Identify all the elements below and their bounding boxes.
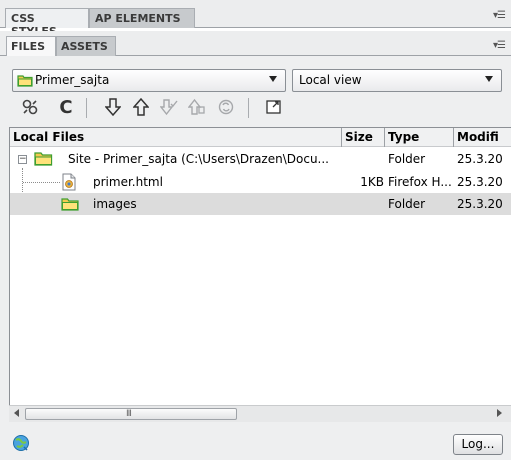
file-list-header: Local Files Size Type Modifi bbox=[10, 128, 511, 147]
scroll-grip: III bbox=[126, 409, 132, 419]
file-name: Site - Primer_sajta (C:\Users\Drazen\Doc… bbox=[68, 152, 329, 166]
toolbar-separator bbox=[248, 98, 249, 118]
files-toolbar: C bbox=[10, 95, 490, 121]
connect-icon[interactable] bbox=[18, 95, 42, 119]
file-modified: 25.3.20 bbox=[457, 197, 503, 211]
scroll-left-icon[interactable] bbox=[14, 409, 19, 417]
tab-css-styles[interactable]: CSS STYLES bbox=[5, 8, 89, 38]
expand-panel-icon[interactable] bbox=[262, 95, 286, 119]
toolbar-separator bbox=[86, 98, 87, 118]
file-modified: 25.3.20 bbox=[457, 152, 503, 166]
column-local-files[interactable]: Local Files bbox=[10, 128, 342, 147]
table-row[interactable]: − Site - Primer_sajta (C:\Users\Drazen\D… bbox=[10, 148, 511, 170]
file-name: primer.html bbox=[93, 175, 163, 189]
panel-group-tabs: CSS STYLES AP ELEMENTS ▾☰ bbox=[0, 0, 511, 38]
globe-icon[interactable] bbox=[12, 434, 30, 452]
site-folder-icon bbox=[34, 152, 53, 166]
tab-assets[interactable]: ASSETS bbox=[56, 36, 116, 56]
site-select-value: Primer_sajta bbox=[35, 73, 110, 87]
site-select[interactable]: Primer_sajta bbox=[12, 69, 286, 92]
scrollbar-thumb[interactable]: III bbox=[25, 408, 237, 420]
chevron-down-icon bbox=[269, 76, 277, 82]
column-size[interactable]: Size bbox=[342, 128, 385, 147]
check-in-icon[interactable] bbox=[185, 95, 209, 119]
file-size: 1KB bbox=[360, 175, 384, 189]
get-files-icon[interactable] bbox=[101, 95, 125, 119]
view-select[interactable]: Local view bbox=[292, 69, 502, 92]
file-name: images bbox=[93, 197, 137, 211]
scroll-right-icon[interactable] bbox=[497, 409, 502, 417]
tab-ap-elements[interactable]: AP ELEMENTS bbox=[89, 8, 195, 28]
table-row[interactable]: primer.html 1KB Firefox H... 25.3.20 bbox=[10, 171, 511, 193]
status-bar: Log... bbox=[0, 422, 511, 460]
column-type[interactable]: Type bbox=[385, 128, 454, 147]
html-file-icon bbox=[62, 173, 76, 191]
file-list: Local Files Size Type Modifi − Site - Pr… bbox=[9, 127, 511, 405]
panel-menu-icon[interactable]: ▾☰ bbox=[493, 10, 506, 21]
file-type: Folder bbox=[388, 197, 426, 211]
file-type: Firefox H... bbox=[388, 175, 452, 189]
collapse-icon[interactable]: − bbox=[18, 155, 27, 164]
site-folder-icon bbox=[17, 75, 33, 87]
table-row[interactable]: images Folder 25.3.20 bbox=[10, 193, 511, 215]
view-select-value: Local view bbox=[299, 73, 362, 87]
files-panel-tabs: FILES ASSETS ▾☰ bbox=[0, 31, 511, 56]
synchronize-icon[interactable] bbox=[214, 95, 238, 119]
folder-icon bbox=[61, 198, 79, 211]
panel-menu-icon[interactable]: ▾☰ bbox=[493, 40, 506, 51]
horizontal-scrollbar[interactable]: III bbox=[9, 405, 511, 422]
tab-files[interactable]: FILES bbox=[6, 36, 56, 56]
chevron-down-icon bbox=[485, 76, 493, 82]
put-files-icon[interactable] bbox=[129, 95, 153, 119]
file-type: Folder bbox=[388, 152, 426, 166]
file-modified: 25.3.20 bbox=[457, 175, 503, 189]
refresh-icon[interactable]: C bbox=[54, 95, 78, 119]
check-out-icon[interactable] bbox=[157, 95, 181, 119]
column-modified[interactable]: Modifi bbox=[454, 128, 511, 147]
log-button[interactable]: Log... bbox=[453, 434, 503, 455]
